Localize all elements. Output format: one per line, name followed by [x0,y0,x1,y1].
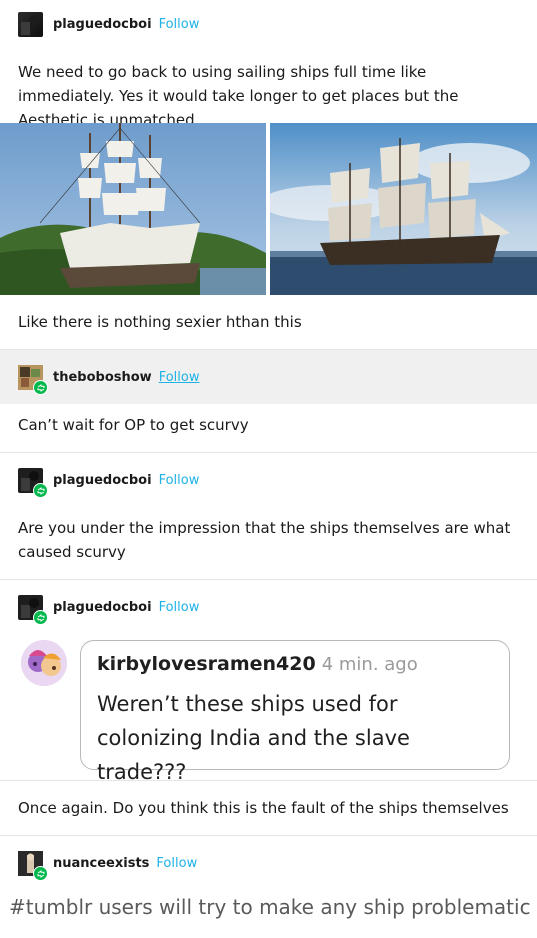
follow-button[interactable]: Follow [159,600,200,615]
photo-set [0,123,537,295]
quoted-timestamp: 4 min. ago [321,654,418,675]
post-tags[interactable]: #tumblr users will try to make any ship … [9,895,531,919]
post-text: Can’t wait for OP to get scurvy [18,416,249,434]
username[interactable]: plaguedocboi [53,473,152,488]
reblog-icon [33,866,48,881]
divider [0,452,537,453]
post-header: theboboshow Follow [18,365,200,395]
avatar[interactable] [18,851,48,881]
post-header: plaguedocboi Follow [18,595,200,625]
follow-button[interactable]: Follow [159,473,200,488]
ship-photo-left[interactable] [0,123,266,295]
quoted-username: kirbylovesramen420 [97,653,316,675]
ship-photo-right[interactable] [270,123,537,295]
follow-button[interactable]: Follow [159,370,200,385]
post-header: plaguedocboi Follow [18,468,200,498]
avatar[interactable] [18,365,48,395]
quoted-text: Weren’t these ships used for colonizing … [97,692,410,784]
quoted-header: kirbylovesramen420 4 min. ago [97,653,418,675]
divider [0,835,537,836]
follow-button[interactable]: Follow [159,17,200,32]
reblog-icon [33,483,48,498]
post-header: nuanceexists Follow [18,851,197,881]
avatar[interactable] [18,12,43,37]
avatar[interactable] [18,468,48,498]
username[interactable]: plaguedocboi [53,17,152,32]
post-header: plaguedocboi Follow [18,12,199,37]
reblog-icon [33,380,48,395]
quoted-message: kirbylovesramen420 4 min. ago Weren’t the… [80,640,510,784]
quoted-avatar [21,640,67,686]
post-text: Once again. Do you think this is the fau… [18,799,509,817]
divider [0,579,537,580]
avatar-image [21,15,39,35]
post-text: We need to go back to using sailing ship… [18,63,459,129]
username[interactable]: nuanceexists [53,856,149,871]
post-caption: Like there is nothing sexier hthan this [18,313,302,331]
username[interactable]: plaguedocboi [53,600,152,615]
username[interactable]: theboboshow [53,370,152,385]
post-text: Are you under the impression that the sh… [18,519,511,561]
avatar[interactable] [18,595,48,625]
follow-button[interactable]: Follow [156,856,197,871]
divider [0,780,537,781]
reblog-icon [33,610,48,625]
